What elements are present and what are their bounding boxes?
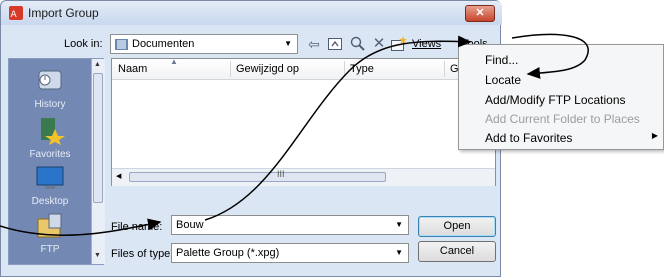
menu-item-ftp-locations[interactable]: Add/Modify FTP Locations: [485, 93, 626, 107]
menu-item-add-folder-to-places: Add Current Folder to Places: [485, 112, 640, 126]
look-in-select[interactable]: Documenten ▼: [110, 34, 298, 54]
cancel-button[interactable]: Cancel: [418, 241, 496, 262]
ftp-icon[interactable]: [35, 213, 65, 241]
file-list-header: Naam ▲ Gewijzigd op Type Gr: [112, 57, 495, 80]
delete-icon[interactable]: ✕: [370, 35, 388, 53]
column-divider[interactable]: [230, 61, 231, 77]
look-in-label: Look in:: [64, 38, 103, 50]
up-folder-icon[interactable]: [328, 37, 342, 50]
place-label-desktop: Desktop: [31, 196, 69, 207]
scroll-grip: III: [277, 169, 285, 179]
submenu-arrow-icon: ▶: [651, 131, 658, 140]
chevron-down-icon[interactable]: ▼: [395, 220, 403, 229]
scroll-down-icon[interactable]: ▼: [94, 252, 101, 259]
column-header-name[interactable]: Naam: [118, 63, 147, 75]
files-of-type-value: Palette Group (*.xpg): [176, 247, 280, 259]
scroll-up-icon[interactable]: ▲: [94, 61, 101, 68]
close-button[interactable]: ✕: [465, 5, 495, 22]
files-of-type-label: Files of type:: [111, 248, 174, 260]
menu-item-add-to-favorites[interactable]: Add to Favorites: [485, 131, 572, 145]
files-of-type-select[interactable]: Palette Group (*.xpg) ▼: [171, 243, 409, 263]
favorites-icon[interactable]: [35, 117, 65, 145]
tools-dropdown-menu: Find... Locate Add/Modify FTP Locations …: [458, 44, 664, 150]
menu-item-locate[interactable]: Locate: [485, 73, 521, 87]
horizontal-scroll-thumb[interactable]: III: [129, 169, 386, 182]
back-icon[interactable]: ⇦: [305, 35, 323, 53]
desktop-icon[interactable]: [35, 165, 65, 193]
menu-item-find[interactable]: Find...: [485, 53, 518, 67]
places-scrollbar[interactable]: ▲ ▼: [91, 59, 105, 264]
places-scroll-thumb[interactable]: [93, 73, 103, 203]
search-web-icon[interactable]: [350, 36, 365, 51]
column-header-modified[interactable]: Gewijzigd op: [236, 63, 299, 75]
folder-icon: [115, 39, 128, 50]
title-bar[interactable]: A Import Group ✕: [1, 1, 502, 25]
autocad-app-icon: A: [9, 6, 23, 20]
place-label-history: History: [34, 99, 66, 110]
horizontal-scrollbar[interactable]: ◀ III: [112, 168, 495, 186]
file-list[interactable]: Naam ▲ Gewijzigd op Type Gr ◀ III: [111, 57, 496, 186]
open-button[interactable]: Open: [418, 216, 496, 237]
look-in-value: Documenten: [132, 38, 195, 50]
sort-ascending-icon: ▲: [170, 57, 178, 66]
column-divider[interactable]: [344, 61, 345, 77]
file-name-input[interactable]: Bouw ▼: [171, 215, 409, 235]
place-label-ftp: FTP: [40, 244, 60, 255]
file-name-value: Bouw: [176, 219, 204, 231]
chevron-down-icon[interactable]: ▼: [395, 248, 403, 257]
dialog-title: Import Group: [28, 6, 99, 20]
column-divider[interactable]: [444, 61, 445, 77]
views-menu-button[interactable]: Views: [412, 38, 441, 50]
chevron-down-icon: ▼: [284, 39, 292, 48]
svg-text:A: A: [11, 10, 18, 20]
file-name-label: File name:: [111, 221, 163, 233]
column-header-type[interactable]: Type: [350, 63, 374, 75]
import-group-dialog: A Import Group ✕ Look in: Documenten ▼ ⇦…: [0, 0, 502, 277]
place-label-favorites: Favorites: [29, 149, 71, 160]
new-folder-icon[interactable]: [391, 36, 407, 51]
history-icon[interactable]: [35, 67, 65, 95]
scroll-left-icon[interactable]: ◀: [116, 172, 121, 180]
places-bar: History Favorites Desktop FTP ▲ ▼: [8, 58, 105, 265]
